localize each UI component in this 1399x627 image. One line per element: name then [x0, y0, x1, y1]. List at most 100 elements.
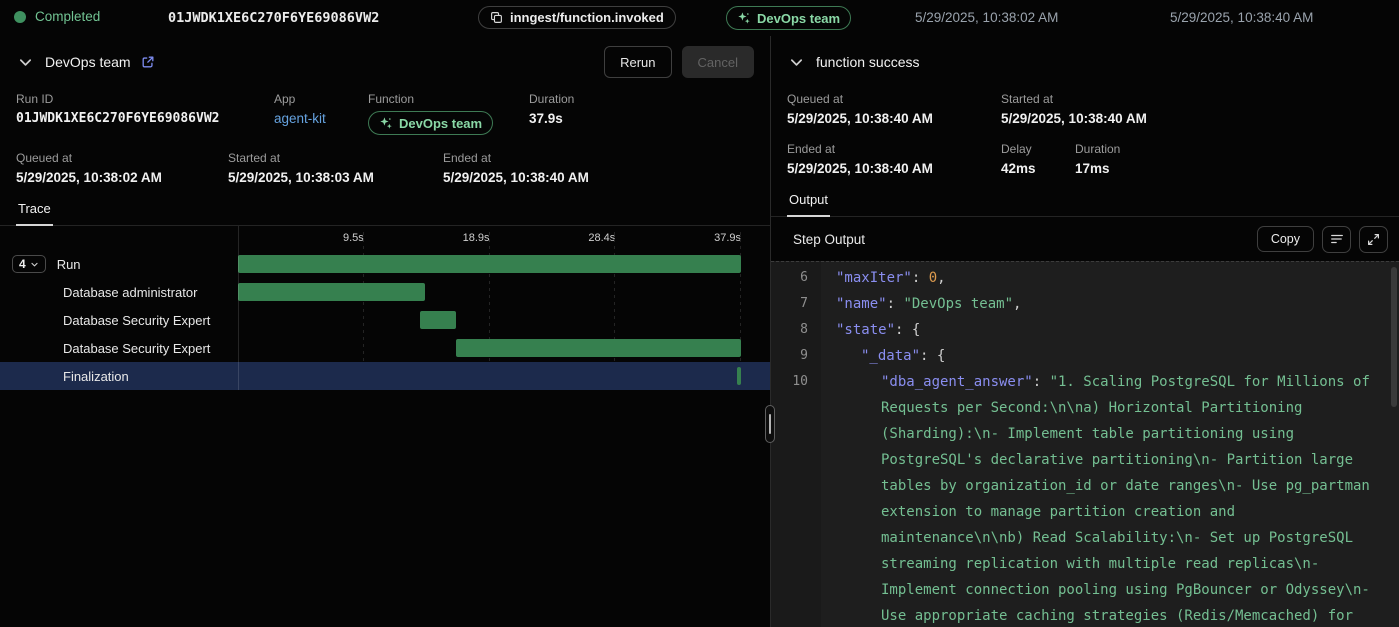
step-fields: Queued at 5/29/2025, 10:38:40 AM Started… [771, 82, 1399, 176]
code-token: , [1013, 296, 1021, 312]
code-token: "name" [836, 296, 887, 312]
function-pill[interactable]: DevOps team [726, 6, 851, 30]
duration-value: 37.9s [529, 111, 574, 126]
code-token: "maxIter" [836, 270, 912, 286]
run-fields: Run ID 01JWDK1XE6C270F6YE69086VW2 App ag… [0, 92, 770, 185]
right-tab-bar: Output [771, 189, 1399, 217]
status-label: Completed [35, 9, 100, 24]
function-pill-label: DevOps team [399, 116, 482, 131]
field-label: Duration [1075, 142, 1120, 156]
app-link[interactable]: agent-kit [274, 111, 368, 126]
code-token: : [1033, 374, 1050, 390]
trace-row[interactable]: 4Run [0, 250, 770, 278]
code-line: 9"_data": { [771, 343, 1399, 369]
tab-trace[interactable]: Trace [16, 198, 53, 226]
copy-icon [490, 11, 503, 24]
step-output-code[interactable]: 6"maxIter": 0,7"name": "DevOps team",8"s… [771, 261, 1399, 627]
trace-row-label: Database Security Expert [0, 334, 238, 362]
code-token: "dba_agent_answer" [881, 374, 1033, 390]
code-line: 6 "maxIter": 0, [771, 265, 1399, 291]
run-header: DevOps team Rerun Cancel [0, 36, 770, 82]
trace-row-label: Database Security Expert [0, 306, 238, 334]
code-token: "_data" [861, 348, 920, 364]
trace-row[interactable]: Database Security Expert [0, 334, 770, 362]
code-token: : { [895, 322, 920, 338]
started-at-value: 5/29/2025, 10:38:03 AM [228, 170, 443, 185]
rerun-button[interactable]: Rerun [604, 46, 671, 78]
cancel-button[interactable]: Cancel [682, 46, 754, 78]
field-label: Duration [529, 92, 574, 106]
panel-divider [770, 36, 771, 627]
expand-rows-badge[interactable]: 4 [12, 255, 46, 273]
step-queued-at: 5/29/2025, 10:38:40 AM [787, 111, 1001, 126]
line-number: 10 [771, 369, 821, 627]
code-token: "state" [836, 322, 895, 338]
code-line: 8 "state": { [771, 317, 1399, 343]
expand-output-button[interactable] [1359, 226, 1388, 253]
trace-bar[interactable] [238, 283, 425, 301]
queued-at-value: 5/29/2025, 10:38:02 AM [16, 170, 228, 185]
code-line: 10 "dba_agent_answer": "1. Scaling Postgr… [771, 369, 1399, 627]
line-number: 8 [771, 317, 821, 343]
code-token: : { [920, 348, 945, 364]
code-token: , [937, 270, 945, 286]
field-label: Delay [1001, 142, 1075, 156]
trace-row[interactable]: Database Security Expert [0, 306, 770, 334]
field-label: Queued at [787, 92, 1001, 106]
step-title: function success [816, 54, 920, 70]
field-label: App [274, 92, 368, 106]
trace-bar[interactable] [238, 255, 741, 273]
run-title: DevOps team [45, 54, 131, 70]
topbar: Completed 01JWDK1XE6C270F6YE69086VW2 inn… [0, 0, 1399, 36]
run-details-panel: DevOps team Rerun Cancel Run ID 01JWDK1X… [0, 36, 770, 627]
step-output-bar: Step Output Copy [771, 217, 1399, 261]
step-duration: 17ms [1075, 161, 1120, 176]
collapse-step-chevron[interactable] [787, 53, 806, 72]
trace-row-label: Database administrator [0, 278, 238, 306]
step-delay: 42ms [1001, 161, 1075, 176]
field-label: Ended at [787, 142, 1001, 156]
field-label: Function [368, 92, 529, 106]
line-number: 7 [771, 291, 821, 317]
trace-bar[interactable] [737, 367, 741, 385]
field-label: Started at [228, 151, 443, 165]
step-ended-at: 5/29/2025, 10:38:40 AM [787, 161, 1001, 176]
copy-output-button[interactable]: Copy [1257, 226, 1314, 252]
event-pill[interactable]: inngest/function.invoked [478, 6, 676, 29]
field-label: Queued at [16, 151, 228, 165]
expand-icon [1367, 233, 1380, 246]
trace-section: 9.5s18.9s28.4s37.9s 4RunDatabase adminis… [0, 226, 770, 390]
tab-output[interactable]: Output [787, 189, 830, 217]
code-line: 7"name": "DevOps team", [771, 291, 1399, 317]
field-label: Ended at [443, 151, 589, 165]
sparkles-icon [379, 116, 393, 130]
wrap-lines-button[interactable] [1322, 226, 1351, 253]
collapse-run-chevron[interactable] [16, 53, 35, 72]
run-status: Completed [14, 9, 100, 24]
external-link-icon[interactable] [141, 55, 155, 69]
function-pill[interactable]: DevOps team [368, 111, 493, 135]
run-id-value: 01JWDK1XE6C270F6YE69086VW2 [16, 111, 274, 126]
line-number: 6 [771, 265, 821, 291]
trace-label-divider [238, 226, 239, 390]
left-tab-bar: Trace [0, 198, 770, 226]
trace-bar[interactable] [456, 339, 741, 357]
step-details-panel: function success Queued at 5/29/2025, 10… [771, 36, 1399, 627]
trace-row[interactable]: Finalization [0, 362, 770, 390]
topbar-ended-time: 5/29/2025, 10:38:40 AM [1170, 10, 1313, 25]
code-token: : [887, 296, 904, 312]
trace-rows: 4RunDatabase administratorDatabase Secur… [0, 250, 770, 390]
trace-row[interactable]: Database administrator [0, 278, 770, 306]
code-token: 0 [929, 270, 937, 286]
ended-at-value: 5/29/2025, 10:38:40 AM [443, 170, 589, 185]
trace-row-label: Finalization [0, 362, 238, 390]
sparkles-icon [737, 11, 751, 25]
topbar-queued-time: 5/29/2025, 10:38:02 AM [915, 10, 1058, 25]
field-label: Started at [1001, 92, 1147, 106]
drag-handle[interactable] [765, 405, 775, 443]
code-token: : [912, 270, 929, 286]
trace-bar[interactable] [420, 311, 456, 329]
function-pill-label: DevOps team [757, 11, 840, 26]
code-token: "1. Scaling PostgreSQL for Millions of R… [881, 374, 1387, 627]
step-header: function success [771, 36, 1399, 82]
